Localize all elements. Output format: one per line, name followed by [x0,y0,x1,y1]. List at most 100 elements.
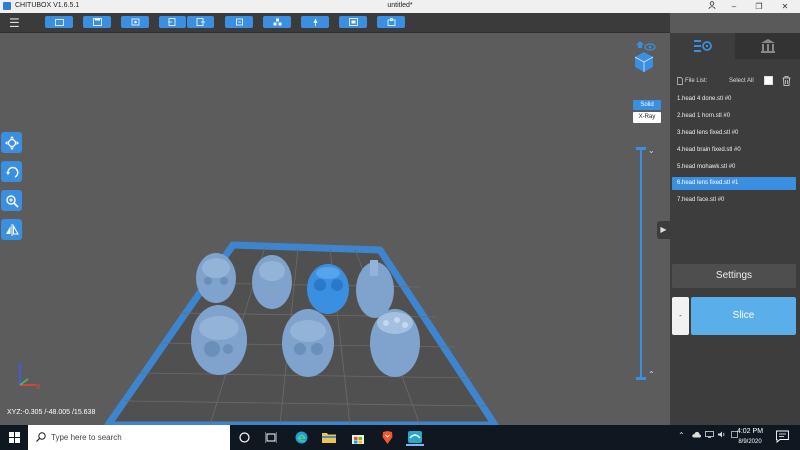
chitubox-icon [408,430,422,443]
model-head-4-done[interactable] [196,253,236,303]
windows-logo-icon [8,432,20,443]
search-icon [36,432,46,442]
panel-tabs [670,33,800,59]
store-button[interactable] [349,429,367,446]
dig-hole-icon [387,18,395,26]
chitubox-taskbar-button[interactable] [406,429,424,446]
axis-indicator [19,367,36,386]
clock-time[interactable]: 4:02 PM [733,428,767,435]
dig-hole-button[interactable] [377,16,405,28]
file-list-item[interactable]: 7.head face.stl #0 [672,194,796,207]
file-icon [677,77,683,85]
cortana-icon [238,432,250,443]
slice-options-button[interactable]: - [672,297,689,335]
user-icon[interactable] [700,0,724,13]
model-head-lens-fixed-1-selected[interactable] [307,264,349,314]
triangle-right-icon: ▶ [660,225,667,234]
select-all-checkbox[interactable] [764,76,773,85]
tab-resin-library[interactable] [735,33,800,59]
build-plate-scene: Z X [18,241,499,425]
minimize-icon[interactable]: – [722,0,746,13]
title-bar: CHITUBOX V1.6.5.1 untitled* – ❐ ✕ [0,0,800,13]
model-head-brain-fixed[interactable] [191,305,247,375]
trash-icon[interactable] [782,76,791,86]
view-cube-icon[interactable] [630,41,658,78]
slice-settings-icon [693,40,712,52]
mirror-icon [5,223,19,236]
task-view-button[interactable] [262,429,280,446]
system-tray: ⌃ [678,431,738,440]
axis-x-label: X [36,384,41,391]
edge-button[interactable] [292,429,310,446]
file-list-item-selected[interactable]: 6.head lens fixed.stl #1 [672,177,796,190]
save-icon [92,18,102,26]
rotate-tool-button[interactable] [1,161,22,182]
import-icon [168,18,176,26]
screenshot-button[interactable] [121,16,149,28]
model-head-lens-fixed-0[interactable] [282,309,334,377]
notification-center-icon[interactable] [776,430,789,448]
maximize-icon[interactable]: ❐ [747,0,771,13]
hollow-icon [348,18,358,26]
cortana-button[interactable] [235,429,253,446]
chevron-up-icon[interactable]: ⌃ [678,431,685,440]
axis-z-label: Z [18,362,23,369]
arrange-icon [273,18,281,26]
import-button[interactable] [159,16,186,28]
clock-date[interactable]: 8/9/2020 [731,439,769,445]
model-head-face[interactable] [370,309,420,377]
file-list-header: File List: Select All [677,76,799,86]
brave-icon [382,431,392,444]
move-tool-button[interactable] [1,132,22,153]
windows-taskbar: Type here to search ⌃ 4:02 PM 8/9/2020 [0,425,800,450]
support-button[interactable] [301,16,329,28]
file-list-item[interactable]: 5.head mohawk.stl #0 [672,161,796,174]
network-icon[interactable] [705,431,715,438]
tab-slice-settings[interactable] [670,33,735,59]
file-explorer-icon [322,433,336,443]
3d-viewport[interactable]: Z X Solid X-Ray ⌄ ⌃ ▶ XYZ:-0.305 /-48.00… [0,33,670,425]
file-list-item[interactable]: 4.head brain fixed.stl #0 [672,144,796,157]
layer-slider-track[interactable] [640,148,642,378]
document-title: untitled* [387,2,413,9]
search-placeholder: Type here to search [51,433,122,442]
brave-button[interactable] [378,429,396,446]
layer-slider-bottom-handle[interactable] [636,377,646,380]
scale-tool-button[interactable] [1,190,22,211]
duplicate-button[interactable] [225,16,253,28]
cursor-coordinates: XYZ:-0.305 /-48.005 /15.638 [7,409,96,416]
file-list-item[interactable]: 1.head 4 done.stl #0 [672,93,796,106]
taskbar-search-input[interactable]: Type here to search [28,425,230,450]
right-panel: File List: Select All 1.head 4 done.stl … [670,33,800,425]
volume-icon[interactable] [718,431,726,438]
export-button[interactable] [187,16,214,28]
layer-slider-up-arrow-icon[interactable]: ⌄ [648,146,655,155]
mirror-tool-button[interactable] [1,219,22,240]
panel-collapse-toggle[interactable]: ▶ [657,221,670,239]
select-all-label: Select All [729,78,754,84]
file-list-item[interactable]: 2.head 1 horn.stl #0 [672,110,796,123]
model-head-1-horn[interactable] [252,255,292,309]
save-button[interactable] [83,16,111,28]
task-view-icon [265,432,277,443]
xray-mode-button[interactable]: X-Ray [633,112,661,123]
open-icon [54,19,64,26]
file-explorer-button[interactable] [320,429,338,446]
settings-button[interactable]: Settings [672,264,796,288]
arrange-button[interactable] [263,16,291,28]
onedrive-icon[interactable] [692,431,701,438]
support-icon [313,18,317,26]
rotate-icon [5,166,18,178]
move-icon [4,135,19,150]
open-button[interactable] [45,16,73,28]
hamburger-menu-icon[interactable]: ☰ [9,16,20,30]
file-list-label: File List: [685,78,708,84]
slice-button[interactable]: Slice [691,297,796,335]
close-icon[interactable]: ✕ [773,0,797,13]
start-button[interactable] [0,425,28,450]
file-list-item[interactable]: 3.head lens fixed.stl #0 [672,127,796,140]
resin-library-icon [760,39,775,53]
hollow-button[interactable] [339,16,367,28]
layer-slider-down-arrow-icon[interactable]: ⌃ [648,370,655,379]
solid-mode-button[interactable]: Solid [633,100,661,110]
